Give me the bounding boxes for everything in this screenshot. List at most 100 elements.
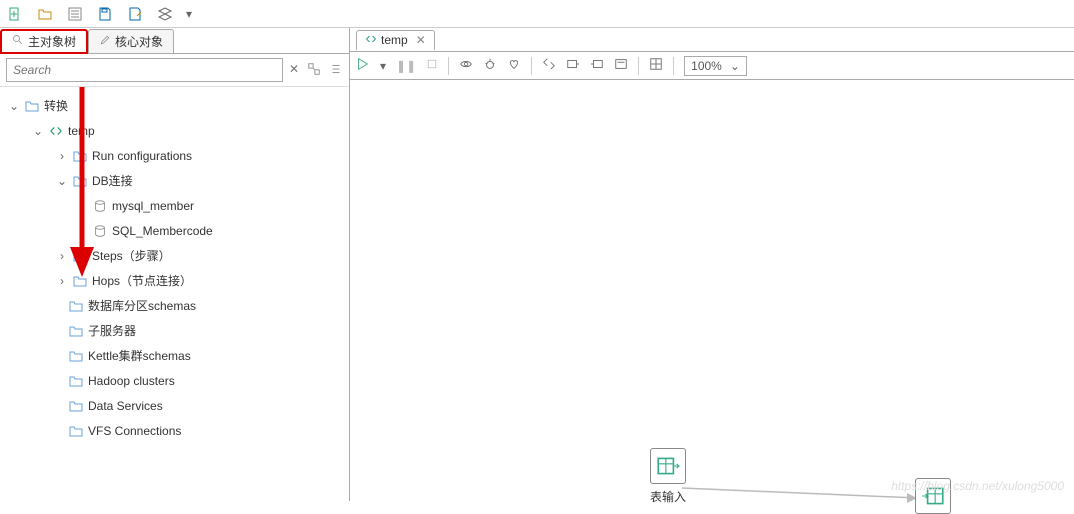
transform-icon — [48, 123, 64, 139]
tree-db-sql-label: SQL_Membercode — [112, 224, 213, 238]
folder-icon — [68, 298, 84, 314]
tree-steps-label: Steps（步骤） — [92, 247, 171, 264]
open-file-icon[interactable] — [36, 5, 54, 23]
editor-tabs: temp ✕ — [350, 28, 1074, 52]
collapse-icon[interactable] — [542, 57, 556, 74]
tree-db-conn[interactable]: ⌄ DB连接 — [4, 168, 345, 193]
database-icon — [92, 223, 108, 239]
transform-icon — [365, 33, 377, 48]
tree-subserver[interactable]: 子服务器 — [4, 318, 345, 343]
db-out-icon[interactable] — [590, 57, 604, 74]
watermark: https://blog.csdn.net/xulong5000 — [891, 479, 1064, 493]
tree-run-config-label: Run configurations — [92, 149, 192, 163]
chevron-right-icon: › — [56, 250, 68, 262]
right-panel: temp ✕ ▾ ❚❚ 100% ⌄ — [350, 28, 1074, 501]
separator — [638, 57, 639, 75]
tree-db-mysql[interactable]: mysql_member — [4, 193, 345, 218]
database-icon — [92, 198, 108, 214]
tree-hops-label: Hops（节点连接） — [92, 272, 192, 289]
search-icon — [12, 34, 24, 49]
chevron-down-icon[interactable]: ▾ — [186, 7, 192, 21]
tree-data-services[interactable]: Data Services — [4, 393, 345, 418]
folder-icon — [72, 273, 88, 289]
folder-icon — [68, 398, 84, 414]
folder-icon — [72, 148, 88, 164]
zoom-value: 100% — [691, 59, 722, 73]
separator — [531, 57, 532, 75]
chevron-down-icon: ⌄ — [8, 100, 20, 112]
heart-icon[interactable] — [507, 57, 521, 74]
search-input[interactable] — [6, 58, 283, 82]
tree-hadoop-label: Hadoop clusters — [88, 374, 175, 388]
tree-temp-label: temp — [68, 124, 95, 138]
chevron-down-icon[interactable]: ▾ — [380, 59, 386, 73]
folder-icon — [24, 98, 40, 114]
tree-kettle[interactable]: Kettle集群schemas — [4, 343, 345, 368]
tree-hadoop[interactable]: Hadoop clusters — [4, 368, 345, 393]
canvas[interactable]: 表输入 https://blog.csdn.net/xulong5000 — [350, 80, 1074, 501]
tree-vfs-label: VFS Connections — [88, 424, 181, 438]
sql-icon[interactable] — [614, 57, 628, 74]
chevron-right-icon: › — [56, 150, 68, 162]
collapse-icon[interactable] — [329, 62, 343, 79]
pause-icon[interactable]: ❚❚ — [396, 59, 416, 73]
editor-tab-temp[interactable]: temp ✕ — [356, 30, 435, 50]
tree-hops[interactable]: › Hops（节点连接） — [4, 268, 345, 293]
separator — [673, 57, 674, 75]
folder-icon — [68, 348, 84, 364]
folder-icon — [68, 373, 84, 389]
pencil-icon — [99, 34, 111, 49]
tree-db-mysql-label: mysql_member — [112, 199, 194, 213]
editor-tab-label: temp — [381, 33, 408, 47]
tree: ⌄ 转换 ⌄ temp › Run configurations ⌄ DB连接 — [0, 87, 349, 501]
tree-subserver-label: 子服务器 — [88, 322, 136, 339]
left-panel: 主对象树 核心对象 ✕ ⌄ 转换 ⌄ — [0, 28, 350, 501]
zoom-select[interactable]: 100% ⌄ — [684, 56, 747, 76]
tree-root[interactable]: ⌄ 转换 — [4, 93, 345, 118]
tab-main-tree[interactable]: 主对象树 — [0, 29, 88, 54]
tab-main-tree-label: 主对象树 — [28, 33, 76, 50]
expand-icon[interactable] — [307, 62, 321, 79]
save-as-icon[interactable] — [126, 5, 144, 23]
folder-icon — [68, 423, 84, 439]
tree-vfs[interactable]: VFS Connections — [4, 418, 345, 443]
tab-core[interactable]: 核心对象 — [88, 29, 174, 54]
chevron-down-icon: ⌄ — [56, 175, 68, 187]
chevron-down-icon: ⌄ — [32, 125, 44, 137]
tree-root-label: 转换 — [44, 97, 68, 114]
tab-core-label: 核心对象 — [115, 33, 163, 50]
folder-icon — [68, 323, 84, 339]
close-icon[interactable]: ✕ — [416, 33, 426, 47]
bug-icon[interactable] — [483, 57, 497, 74]
tree-db-sql[interactable]: SQL_Membercode — [4, 218, 345, 243]
tree-schemas[interactable]: 数据库分区schemas — [4, 293, 345, 318]
main-area: 主对象树 核心对象 ✕ ⌄ 转换 ⌄ — [0, 28, 1074, 501]
tree-steps[interactable]: › Steps（步骤） — [4, 243, 345, 268]
tree-ds-label: Data Services — [88, 399, 163, 413]
play-icon[interactable] — [356, 57, 370, 74]
node-table-input[interactable]: 表输入 — [650, 448, 686, 505]
stop-icon[interactable] — [426, 58, 438, 73]
save-icon[interactable] — [96, 5, 114, 23]
table-input-icon — [650, 448, 686, 484]
separator — [448, 57, 449, 75]
left-tabs: 主对象树 核心对象 — [0, 28, 349, 54]
tree-schemas-label: 数据库分区schemas — [88, 297, 196, 314]
tree-db-conn-label: DB连接 — [92, 172, 133, 189]
search-row: ✕ — [0, 54, 349, 87]
chevron-right-icon: › — [56, 275, 68, 287]
layers-icon[interactable] — [156, 5, 174, 23]
list-icon[interactable] — [66, 5, 84, 23]
eye-icon[interactable] — [459, 57, 473, 74]
tree-kettle-label: Kettle集群schemas — [88, 347, 191, 364]
tree-run-config[interactable]: › Run configurations — [4, 143, 345, 168]
folder-icon — [72, 248, 88, 264]
tree-temp[interactable]: ⌄ temp — [4, 118, 345, 143]
db-in-icon[interactable] — [566, 57, 580, 74]
clear-icon[interactable]: ✕ — [289, 62, 299, 79]
new-file-icon[interactable] — [6, 5, 24, 23]
node-label: 表输入 — [650, 488, 686, 505]
grid-icon[interactable] — [649, 57, 663, 74]
top-toolbar: ▾ — [0, 0, 1074, 28]
folder-icon — [72, 173, 88, 189]
